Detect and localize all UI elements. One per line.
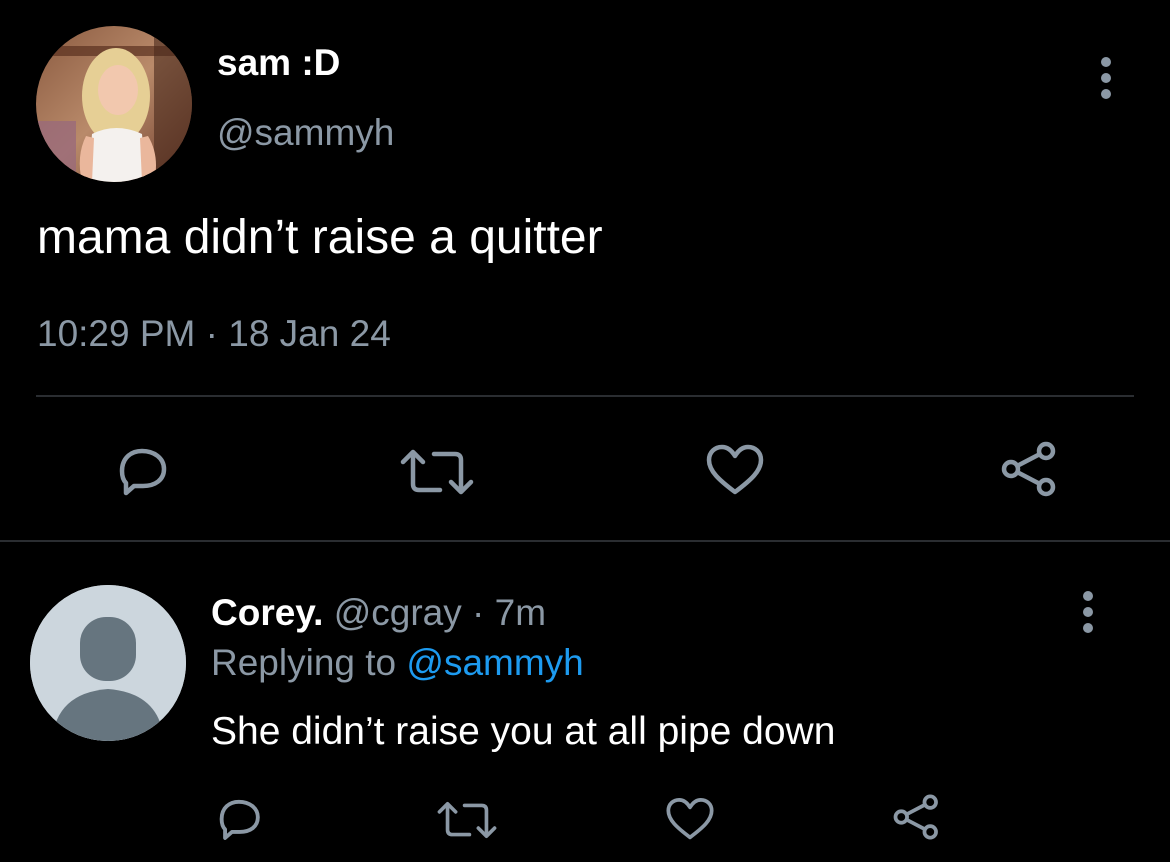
like-button[interactable] xyxy=(705,444,765,496)
retweet-icon xyxy=(437,801,497,839)
reply-retweet-button[interactable] xyxy=(437,800,497,840)
default-avatar[interactable] xyxy=(30,585,186,741)
reply-author-display-name[interactable]: Corey. xyxy=(211,592,323,633)
heart-icon xyxy=(666,797,714,840)
share-button[interactable] xyxy=(1000,440,1060,498)
reply-share-button[interactable] xyxy=(892,793,942,841)
reply-age[interactable]: 7m xyxy=(495,592,546,633)
divider xyxy=(0,540,1170,542)
separator: · xyxy=(472,592,485,633)
tweet-timestamp[interactable]: 10:29 PM · 18 Jan 24 xyxy=(37,311,391,357)
avatar[interactable] xyxy=(36,26,192,182)
reply-author-handle[interactable]: @cgray xyxy=(334,592,462,633)
reply-text: She didn’t raise you at all pipe down xyxy=(211,710,836,753)
retweet-button[interactable] xyxy=(400,448,474,496)
replying-to: Replying to @sammyh xyxy=(211,640,584,686)
heart-icon xyxy=(706,444,764,495)
author-handle[interactable]: @sammyh xyxy=(217,110,394,156)
more-vertical-icon[interactable] xyxy=(1093,56,1119,100)
share-icon xyxy=(1001,441,1056,497)
reply-like-button[interactable] xyxy=(665,797,715,841)
reply-button[interactable] xyxy=(112,445,170,497)
tweet-thread: sam :D @sammyh mama didn’t raise a quitt… xyxy=(0,0,1170,862)
share-icon xyxy=(893,794,938,840)
reply-icon xyxy=(119,448,167,496)
retweet-icon xyxy=(400,449,474,495)
reply-header: Corey. @cgray · 7m xyxy=(211,590,546,636)
replying-to-label: Replying to xyxy=(211,642,397,683)
reply-icon xyxy=(219,799,260,840)
tweet-text: mama didn’t raise a quitter xyxy=(37,211,603,264)
more-vertical-icon[interactable] xyxy=(1075,590,1101,634)
author-display-name[interactable]: sam :D xyxy=(217,40,340,86)
divider xyxy=(36,395,1134,397)
reply-reply-button[interactable] xyxy=(213,796,263,842)
replying-to-handle-link[interactable]: @sammyh xyxy=(406,642,583,683)
